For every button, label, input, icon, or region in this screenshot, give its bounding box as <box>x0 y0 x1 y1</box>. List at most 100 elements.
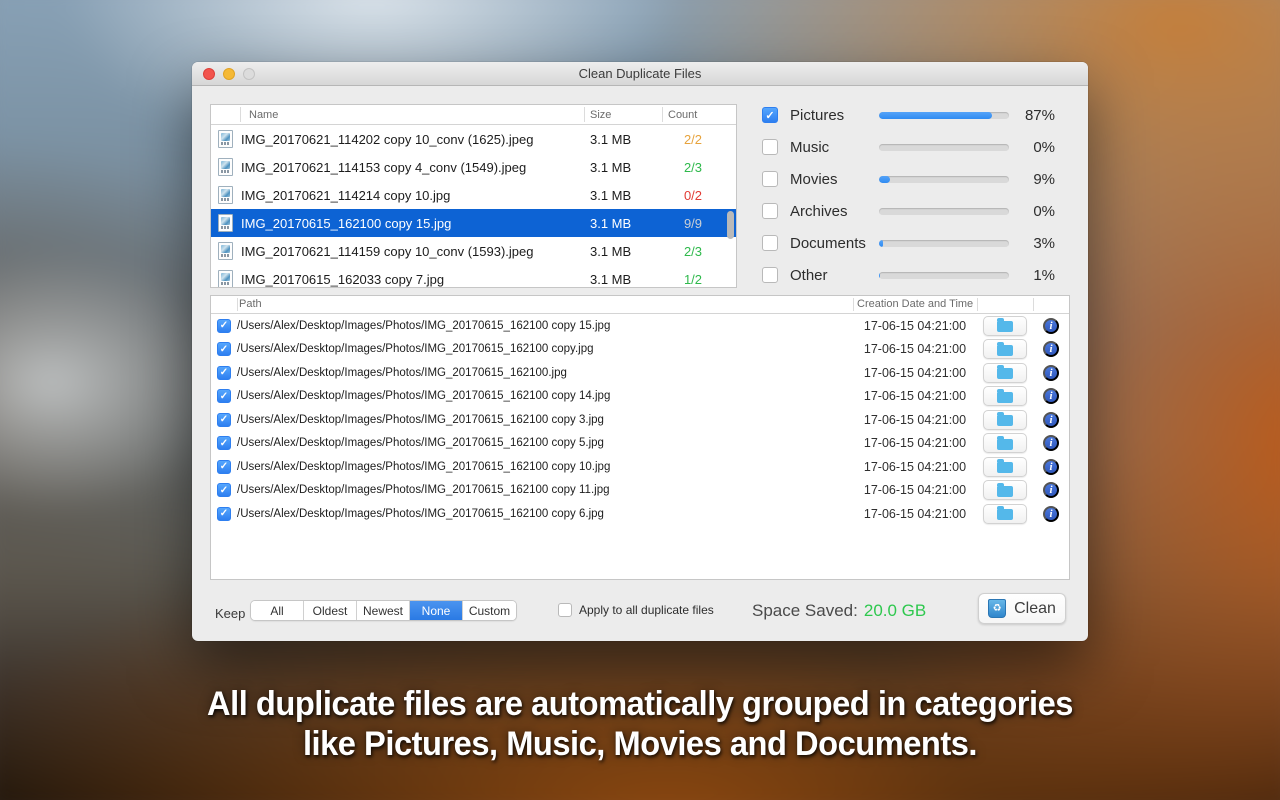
file-path: /Users/Alex/Desktop/Images/Photos/IMG_20… <box>237 319 611 332</box>
category-checkbox[interactable] <box>762 235 778 251</box>
table-row[interactable]: IMG_20170621_114159 copy 10_conv (1593).… <box>211 237 736 265</box>
path-checkbox[interactable]: ✓ <box>217 318 231 333</box>
reveal-in-finder-button[interactable] <box>983 315 1027 336</box>
category-row: Movies 9% <box>762 163 1055 195</box>
category-percent: 3% <box>1033 234 1055 252</box>
column-divider <box>240 107 241 122</box>
table-row[interactable]: IMG_20170615_162033 copy 7.jpg 3.1 MB 1/2 <box>211 265 736 287</box>
category-label: Archives <box>790 202 848 220</box>
category-checkbox[interactable] <box>762 171 778 187</box>
clean-button[interactable]: ♻ Clean <box>978 593 1066 624</box>
path-checkbox[interactable]: ✓ <box>217 365 231 380</box>
info-icon[interactable]: i <box>1043 364 1059 381</box>
category-checkbox[interactable] <box>762 267 778 283</box>
category-checkbox[interactable] <box>762 203 778 219</box>
list-item[interactable]: ✓ /Users/Alex/Desktop/Images/Photos/IMG_2… <box>211 314 1069 338</box>
trash-bin-icon: ♻ <box>988 599 1007 618</box>
table-row[interactable]: IMG_20170615_162100 copy 15.jpg 3.1 MB 9/9 <box>211 209 736 237</box>
reveal-in-finder-button[interactable] <box>983 339 1027 360</box>
bottom-toolbar: Keep All Oldest Newest None Custom Apply to … <box>192 592 1088 640</box>
keep-segment-custom[interactable]: Custom <box>463 601 516 620</box>
file-path: /Users/Alex/Desktop/Images/Photos/IMG_20… <box>237 366 567 379</box>
info-icon[interactable]: i <box>1043 317 1059 334</box>
info-icon[interactable]: i <box>1043 341 1059 358</box>
column-divider <box>1033 298 1034 311</box>
list-item[interactable]: ✓ /Users/Alex/Desktop/Images/Photos/IMG_2… <box>211 338 1069 362</box>
list-item[interactable]: ✓ /Users/Alex/Desktop/Images/Photos/IMG_2… <box>211 479 1069 503</box>
category-label: Music <box>790 138 830 156</box>
column-header-name[interactable]: Name <box>241 109 582 121</box>
list-item[interactable]: ✓ /Users/Alex/Desktop/Images/Photos/IMG_2… <box>211 455 1069 479</box>
table-row[interactable]: IMG_20170621_114202 copy 10_conv (1625).… <box>211 125 736 153</box>
reveal-in-finder-button[interactable] <box>983 362 1027 383</box>
path-checkbox[interactable]: ✓ <box>217 436 231 451</box>
reveal-in-finder-button[interactable] <box>983 386 1027 407</box>
reveal-in-finder-button[interactable] <box>983 503 1027 524</box>
list-item[interactable]: ✓ /Users/Alex/Desktop/Images/Photos/IMG_2… <box>211 432 1069 456</box>
column-header-size[interactable]: Size <box>582 109 660 121</box>
info-icon[interactable]: i <box>1043 458 1059 475</box>
path-checkbox[interactable]: ✓ <box>217 389 231 404</box>
column-divider <box>584 107 585 122</box>
list-item[interactable]: ✓ /Users/Alex/Desktop/Images/Photos/IMG_2… <box>211 408 1069 432</box>
creation-date: 17-06-15 04:21:00 <box>863 389 967 404</box>
info-icon[interactable]: i <box>1043 505 1059 522</box>
category-progress-bar <box>878 175 1009 183</box>
category-checkbox[interactable] <box>762 139 778 155</box>
category-checkbox[interactable]: ✓ <box>762 107 778 123</box>
jpeg-file-icon <box>218 214 233 232</box>
folder-icon <box>997 412 1013 427</box>
folder-icon <box>997 341 1013 356</box>
close-icon[interactable] <box>203 68 215 80</box>
space-saved-label: Space Saved: <box>752 601 858 620</box>
keep-segment-oldest[interactable]: Oldest <box>304 601 357 620</box>
path-checkbox-cell: ✓ <box>211 506 237 521</box>
reveal-in-finder-button[interactable] <box>983 409 1027 430</box>
path-checkbox-cell: ✓ <box>211 436 237 451</box>
path-checkbox[interactable]: ✓ <box>217 483 231 498</box>
keep-segment-none[interactable]: None <box>410 601 463 620</box>
file-count: 2/3 <box>683 243 703 259</box>
paths-table: Path Creation Date and Time ✓ /Users/Alex… <box>210 295 1070 580</box>
creation-date: 17-06-15 04:21:00 <box>863 318 967 333</box>
file-name: IMG_20170615_162100 copy 15.jpg <box>241 215 452 231</box>
apply-to-all-option[interactable]: Apply to all duplicate files <box>558 603 714 617</box>
category-progress-bar <box>878 143 1009 151</box>
list-item[interactable]: ✓ /Users/Alex/Desktop/Images/Photos/IMG_2… <box>211 385 1069 409</box>
category-row: Archives 0% <box>762 195 1055 227</box>
apply-checkbox[interactable] <box>558 603 572 617</box>
info-icon[interactable]: i <box>1043 482 1059 499</box>
reveal-in-finder-button[interactable] <box>983 433 1027 454</box>
file-count: 0/2 <box>683 187 703 203</box>
list-item[interactable]: ✓ /Users/Alex/Desktop/Images/Photos/IMG_2… <box>211 502 1069 526</box>
table-row[interactable]: IMG_20170621_114214 copy 10.jpg 3.1 MB 0/2 <box>211 181 736 209</box>
file-icon-cell <box>211 242 241 260</box>
paths-rows: ✓ /Users/Alex/Desktop/Images/Photos/IMG_2… <box>211 314 1069 526</box>
path-checkbox[interactable]: ✓ <box>217 506 231 521</box>
reveal-in-finder-button[interactable] <box>983 456 1027 477</box>
zoom-icon[interactable] <box>243 68 255 80</box>
path-checkbox[interactable]: ✓ <box>217 459 231 474</box>
file-list-scrollbar[interactable] <box>727 211 734 239</box>
info-icon[interactable]: i <box>1043 435 1059 452</box>
keep-segment-newest[interactable]: Newest <box>357 601 410 620</box>
file-name: IMG_20170615_162033 copy 7.jpg <box>241 271 445 287</box>
table-row[interactable]: IMG_20170621_114153 copy 4_conv (1549).j… <box>211 153 736 181</box>
category-percent: 1% <box>1033 266 1055 284</box>
categories-panel: ✓ Pictures 87% Music 0% Movies 9% Archives 0% Doc… <box>762 99 1055 291</box>
reveal-in-finder-button[interactable] <box>983 480 1027 501</box>
file-name: IMG_20170621_114159 copy 10_conv (1593).… <box>241 243 534 259</box>
list-item[interactable]: ✓ /Users/Alex/Desktop/Images/Photos/IMG_2… <box>211 361 1069 385</box>
category-row: ✓ Pictures 87% <box>762 99 1055 131</box>
column-header-path[interactable]: Path <box>239 298 262 310</box>
titlebar[interactable]: Clean Duplicate Files <box>192 62 1088 86</box>
file-path: /Users/Alex/Desktop/Images/Photos/IMG_20… <box>237 460 611 473</box>
info-icon[interactable]: i <box>1043 388 1059 405</box>
column-header-count[interactable]: Count <box>660 109 726 121</box>
info-icon[interactable]: i <box>1043 411 1059 428</box>
minimize-icon[interactable] <box>223 68 235 80</box>
keep-segment-all[interactable]: All <box>251 601 304 620</box>
path-checkbox[interactable]: ✓ <box>217 412 231 427</box>
column-header-date[interactable]: Creation Date and Time <box>857 298 973 310</box>
path-checkbox[interactable]: ✓ <box>217 342 231 357</box>
